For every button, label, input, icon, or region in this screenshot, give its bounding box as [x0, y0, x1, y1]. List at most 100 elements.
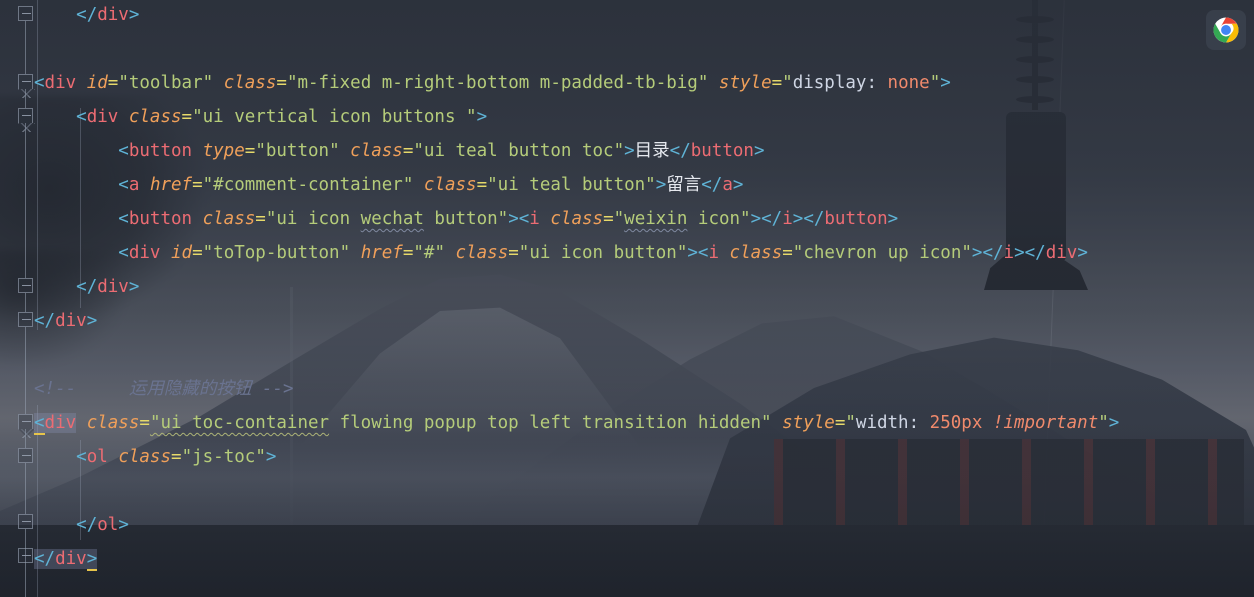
code-line[interactable]: <button type="button" class="ui teal but… — [0, 134, 765, 168]
code-token: < — [518, 209, 530, 229]
code-token: "ui icon — [265, 209, 361, 229]
code-token: = — [181, 107, 193, 127]
code-token: i — [708, 243, 719, 263]
code-token: > — [655, 175, 667, 195]
code-token: " — [613, 209, 625, 229]
code-token: </ — [701, 175, 723, 195]
code-token: div — [55, 549, 87, 569]
code-token: < — [118, 243, 129, 263]
code-line[interactable]: <div id="toTop-button" href="#" class="u… — [0, 236, 1088, 270]
code-token: > — [128, 277, 140, 297]
code-line[interactable]: <div class="ui toc-container flowing pop… — [0, 406, 1119, 440]
code-token: > — [1077, 243, 1088, 263]
code-token: </ — [76, 515, 98, 535]
code-line[interactable]: <button class="ui icon wechat button"><i… — [0, 202, 898, 236]
code-token: = — [476, 175, 488, 195]
code-token: > — [753, 141, 765, 161]
code-token: a — [722, 175, 733, 195]
code-token: 目录 — [634, 141, 670, 161]
code-token: < — [118, 209, 129, 229]
code-token: "js-toc" — [181, 447, 266, 467]
code-line[interactable]: </div> — [0, 270, 139, 304]
code-token: " — [929, 73, 941, 93]
code-token: "toolbar" — [118, 73, 214, 93]
code-token: = — [782, 243, 793, 263]
code-line[interactable]: </div> — [0, 0, 139, 32]
code-token: id — [171, 243, 193, 263]
code-token: < — [697, 243, 709, 263]
code-token: 留言 — [666, 175, 702, 195]
code-text-area[interactable]: </div> <div id="toolbar" class="m-fixed m… — [0, 0, 1254, 597]
code-token: = — [402, 141, 414, 161]
chrome-icon — [1213, 17, 1239, 43]
code-token: = — [603, 209, 614, 229]
code-token: class — [223, 73, 277, 93]
code-token: = — [508, 243, 519, 263]
code-token: class — [423, 175, 477, 195]
code-token: button — [690, 141, 754, 161]
code-token: > — [265, 447, 277, 467]
code-token: i — [782, 209, 793, 229]
code-token: "m-fixed m-right-bottom m-padded-tb-big" — [286, 73, 709, 93]
code-token: icon" — [687, 209, 751, 229]
code-token: div — [55, 311, 87, 331]
code-token: " — [845, 413, 856, 433]
code-token: div — [44, 73, 77, 93]
code-token: < — [118, 175, 129, 195]
code-token: = — [771, 73, 783, 93]
code-token: < — [34, 73, 45, 93]
code-line[interactable]: <!-- 运用隐藏的按钮 --> — [0, 372, 293, 406]
code-token: > — [732, 175, 744, 195]
code-token: 250px — [929, 413, 993, 433]
code-token: 运用隐藏的按钮 --> — [76, 379, 294, 399]
code-line[interactable]: </div> — [0, 542, 98, 576]
code-token: "ui teal button" — [487, 175, 656, 195]
code-token: div — [97, 277, 129, 297]
code-token: href — [360, 243, 403, 263]
code-line[interactable] — [0, 32, 34, 66]
code-token: class — [86, 413, 140, 433]
code-token: weixin — [624, 209, 688, 229]
code-token: div — [86, 107, 119, 127]
code-token: > — [86, 311, 98, 331]
code-line[interactable]: <div class="ui vertical icon buttons "> — [0, 100, 487, 134]
code-token: > — [887, 209, 899, 229]
code-line[interactable]: </ol> — [0, 508, 129, 542]
code-token: ol — [97, 515, 119, 535]
code-line[interactable]: <div id="toolbar" class="m-fixed m-right… — [0, 66, 951, 100]
code-line[interactable] — [0, 338, 34, 372]
code-token: </ — [761, 209, 783, 229]
code-token: = — [402, 243, 414, 263]
code-token: </ — [34, 549, 56, 569]
code-token: = — [244, 141, 256, 161]
code-line[interactable]: <a href="#comment-container" class="ui t… — [0, 168, 743, 202]
code-token: > — [508, 209, 519, 229]
code-line[interactable]: </div> — [0, 304, 97, 338]
code-token: class — [350, 141, 403, 161]
code-token: > — [118, 515, 129, 535]
code-token: a — [128, 175, 140, 195]
code-line[interactable]: <ol class="js-toc"> — [0, 440, 276, 474]
code-token: div — [44, 413, 77, 433]
code-token: > — [687, 243, 698, 263]
code-token: ol — [86, 447, 108, 467]
code-token: button — [128, 209, 193, 229]
code-token: id — [86, 73, 108, 93]
code-token: !important — [992, 413, 1099, 433]
code-line[interactable] — [0, 474, 34, 508]
code-token: = — [192, 175, 203, 195]
chrome-launcher-button[interactable] — [1206, 10, 1246, 50]
code-token: "ui teal button toc" — [413, 141, 625, 161]
